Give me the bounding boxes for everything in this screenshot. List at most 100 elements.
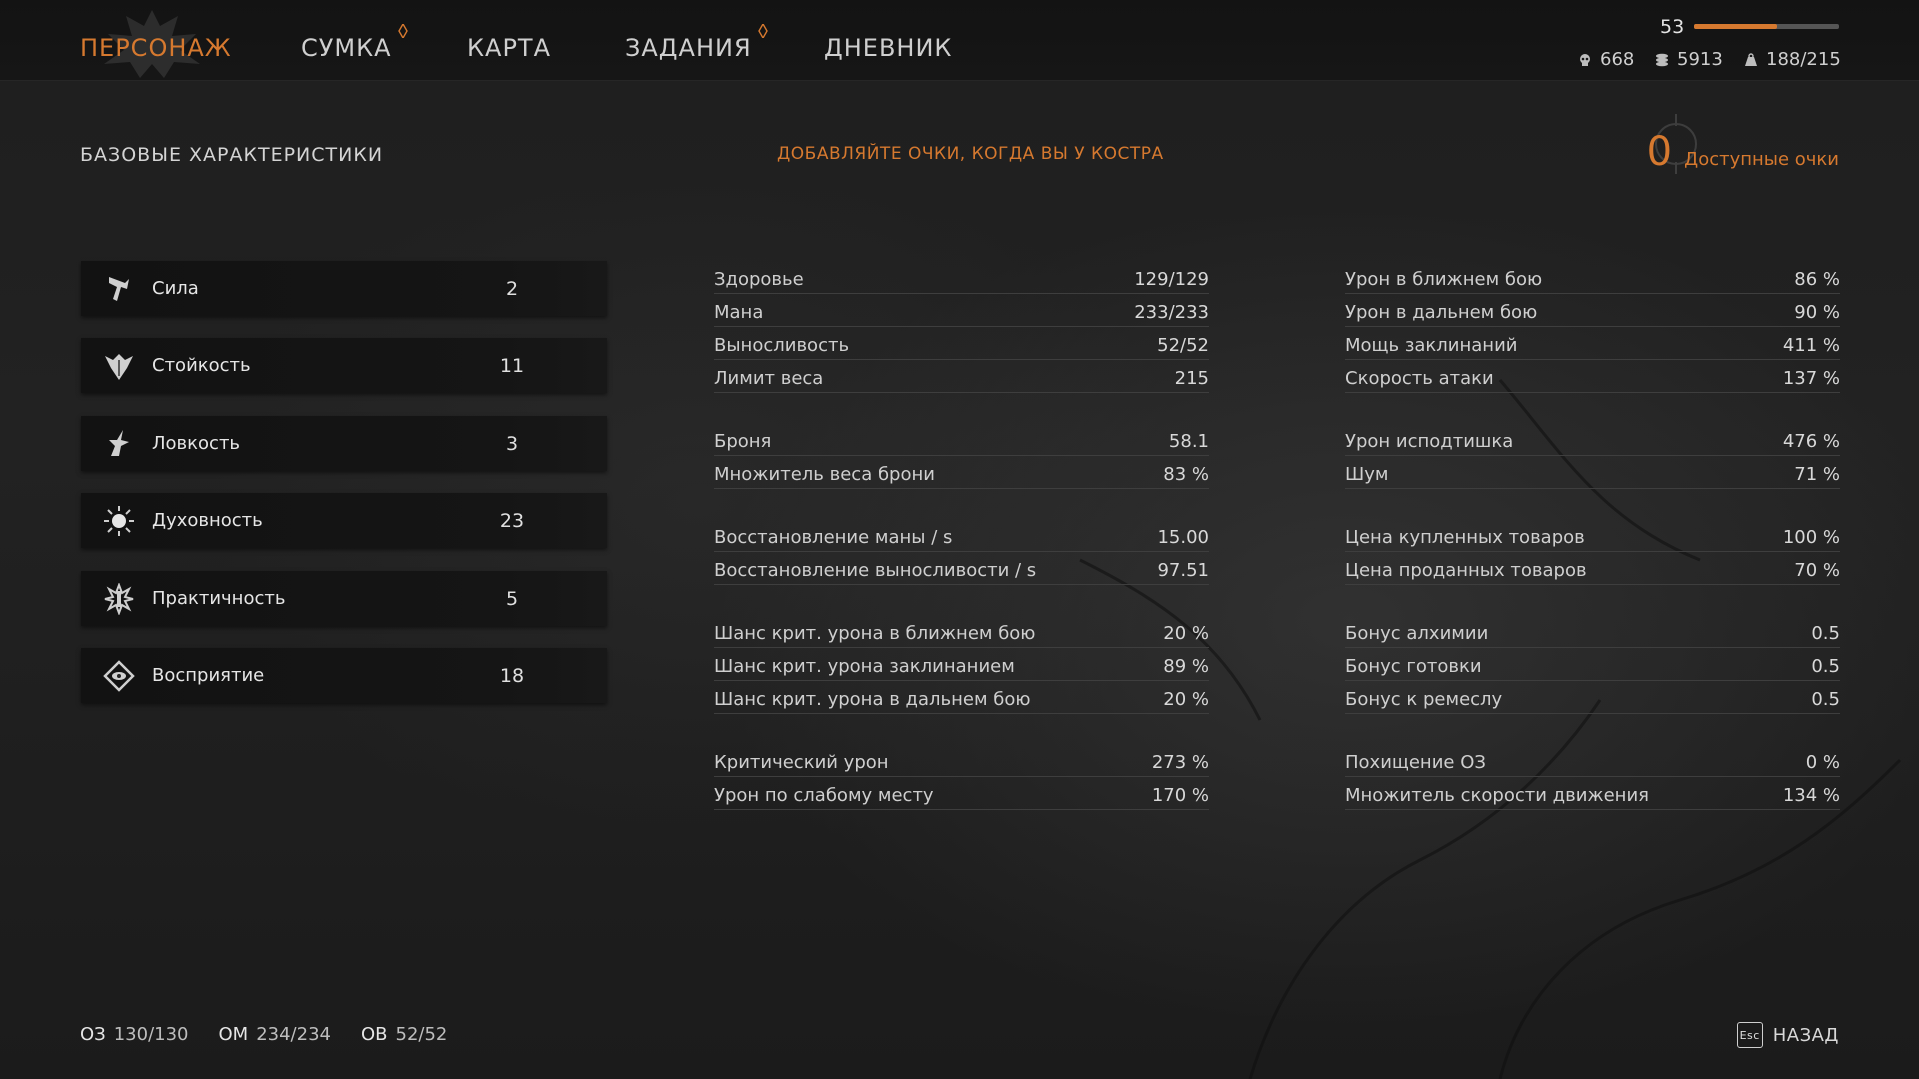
- back-button[interactable]: Esc НАЗАД: [1736, 1022, 1839, 1048]
- stat-row-melee-crit: Шанс крит. урона в ближнем бою 20 %: [714, 616, 1209, 648]
- tab-quests[interactable]: ЗАДАНИЯ: [625, 24, 768, 62]
- stat-row-buy-price: Цена купленных товаров 100 %: [1345, 520, 1840, 552]
- stat-value: 273 %: [1151, 752, 1209, 773]
- stat-value: 58.1: [1168, 431, 1209, 452]
- stat-value: 83 %: [1163, 464, 1209, 485]
- stat-row-stamina: Выносливость 52/52: [714, 328, 1209, 360]
- attribute-spirituality[interactable]: Духовность 23: [81, 493, 607, 548]
- stat-value: 89 %: [1163, 656, 1209, 677]
- tab-journal[interactable]: ДНЕВНИК: [824, 34, 952, 62]
- stat-value: 20 %: [1163, 689, 1209, 710]
- sp-value: 52/52: [395, 1024, 448, 1045]
- tab-map[interactable]: КАРТА: [467, 34, 551, 62]
- tab-character-label: ПЕРСОНАЖ: [80, 34, 232, 62]
- constitution-icon: [101, 348, 137, 384]
- attribute-strength[interactable]: Сила 2: [81, 261, 607, 316]
- stat-label: Шанс крит. урона заклинанием: [714, 656, 1015, 677]
- attribute-constitution[interactable]: Стойкость 11: [81, 338, 607, 393]
- sp-label: ОВ: [360, 1024, 388, 1045]
- stat-label: Лимит веса: [714, 368, 824, 389]
- stat-value: 137 %: [1782, 368, 1840, 389]
- stat-value: 100 %: [1782, 527, 1840, 548]
- attribute-value: 3: [505, 432, 519, 455]
- attribute-name: Духовность: [152, 510, 263, 531]
- stat-row-armor-weight: Множитель веса брони 83 %: [714, 457, 1209, 489]
- stat-value: 86 %: [1794, 269, 1840, 290]
- available-points-label: Доступные очки: [1684, 149, 1839, 170]
- strength-icon: [101, 271, 137, 307]
- campfire-hint: ДОБАВЛЯЙТЕ ОЧКИ, КОГДА ВЫ У КОСТРА: [777, 144, 1164, 164]
- stat-value: 0 %: [1805, 752, 1840, 773]
- available-points: 0 Доступные очки: [1647, 132, 1839, 172]
- attribute-agility[interactable]: Ловкость 3: [81, 416, 607, 471]
- stat-value: 476 %: [1782, 431, 1840, 452]
- stat-row-mana-regen: Восстановление маны / s 15.00: [714, 520, 1209, 552]
- stat-value: 15.00: [1157, 527, 1209, 548]
- stat-row-armor: Броня 58.1: [714, 424, 1209, 456]
- tab-character[interactable]: ПЕРСОНАЖ: [80, 34, 232, 62]
- skulls-counter: 668: [1578, 49, 1634, 70]
- stat-row-sneak-damage: Урон исподтишка 476 %: [1345, 424, 1840, 456]
- stat-value: 215: [1174, 368, 1209, 389]
- sp-readout: ОВ 52/52: [361, 1024, 447, 1045]
- agility-icon: [101, 426, 137, 462]
- stat-row-weight-limit: Лимит веса 215: [714, 361, 1209, 393]
- weight-icon: [1745, 52, 1757, 66]
- attribute-practicality[interactable]: Практичность 5: [81, 571, 607, 626]
- stat-row-spell-power: Мощь заклинаний 411 %: [1345, 328, 1840, 360]
- new-badge-icon: [757, 24, 768, 38]
- available-points-value: 0: [1646, 129, 1673, 175]
- attribute-name: Ловкость: [152, 433, 241, 454]
- stat-row-ranged-crit: Шанс крит. урона в дальнем бою 20 %: [714, 682, 1209, 714]
- stat-row-crafting-bonus: Бонус к ремеслу 0.5: [1345, 682, 1840, 714]
- attribute-value: 11: [499, 354, 525, 377]
- stat-label: Урон по слабому месту: [714, 785, 934, 806]
- section-title: БАЗОВЫЕ ХАРАКТЕРИСТИКИ: [80, 144, 384, 166]
- attribute-value: 5: [505, 587, 519, 610]
- back-label: НАЗАД: [1772, 1024, 1839, 1046]
- hp-readout: ОЗ 130/130: [80, 1024, 189, 1045]
- skull-icon: [1580, 53, 1590, 66]
- stat-value: 0.5: [1811, 656, 1840, 677]
- xp-bar: [1694, 24, 1839, 29]
- attribute-name: Стойкость: [152, 355, 251, 376]
- stat-row-ranged-damage: Урон в дальнем бою 90 %: [1345, 295, 1840, 327]
- stat-label: Множитель веса брони: [714, 464, 935, 485]
- stat-label: Цена купленных товаров: [1345, 527, 1585, 548]
- attribute-value: 2: [505, 277, 519, 300]
- stat-label: Скорость атаки: [1345, 368, 1494, 389]
- stat-label: Критический урон: [714, 752, 889, 773]
- stat-value: 411 %: [1782, 335, 1840, 356]
- tab-map-label: КАРТА: [467, 34, 552, 62]
- xp-bar-fill: [1694, 24, 1777, 29]
- new-badge-icon: [397, 24, 408, 38]
- stat-value: 0.5: [1811, 623, 1840, 644]
- attribute-name: Сила: [152, 278, 199, 299]
- tab-bag-label: СУМКА: [301, 34, 392, 62]
- stat-label: Похищение ОЗ: [1345, 752, 1486, 773]
- tab-journal-label: ДНЕВНИК: [824, 34, 953, 62]
- stat-row-spell-crit: Шанс крит. урона заклинанием 89 %: [714, 649, 1209, 681]
- footer-vitals: ОЗ 130/130 ОМ 234/234 ОВ 52/52: [80, 1024, 447, 1045]
- stat-label: Множитель скорости движения: [1345, 785, 1649, 806]
- stat-value: 129/129: [1134, 269, 1209, 290]
- attribute-perception[interactable]: Восприятие 18: [81, 648, 607, 703]
- stat-row-mana: Мана 233/233: [714, 295, 1209, 327]
- stat-value: 233/233: [1134, 302, 1209, 323]
- attribute-name: Восприятие: [152, 665, 265, 686]
- stat-label: Броня: [714, 431, 772, 452]
- stat-row-melee-damage: Урон в ближнем бою 86 %: [1345, 262, 1840, 294]
- stat-label: Здоровье: [714, 269, 804, 290]
- tab-bag[interactable]: СУМКА: [301, 24, 408, 62]
- perception-icon: [101, 658, 137, 694]
- stat-label: Мана: [714, 302, 764, 323]
- coins-icon: [1656, 53, 1668, 66]
- stat-row-move-speed: Множитель скорости движения 134 %: [1345, 778, 1840, 810]
- stat-value: 134 %: [1782, 785, 1840, 806]
- stat-label: Урон исподтишка: [1345, 431, 1514, 452]
- stat-label: Мощь заклинаний: [1345, 335, 1518, 356]
- mp-label: ОМ: [218, 1024, 249, 1045]
- stat-value: 70 %: [1794, 560, 1840, 581]
- stat-label: Урон в дальнем бою: [1345, 302, 1538, 323]
- stat-label: Шум: [1345, 464, 1389, 485]
